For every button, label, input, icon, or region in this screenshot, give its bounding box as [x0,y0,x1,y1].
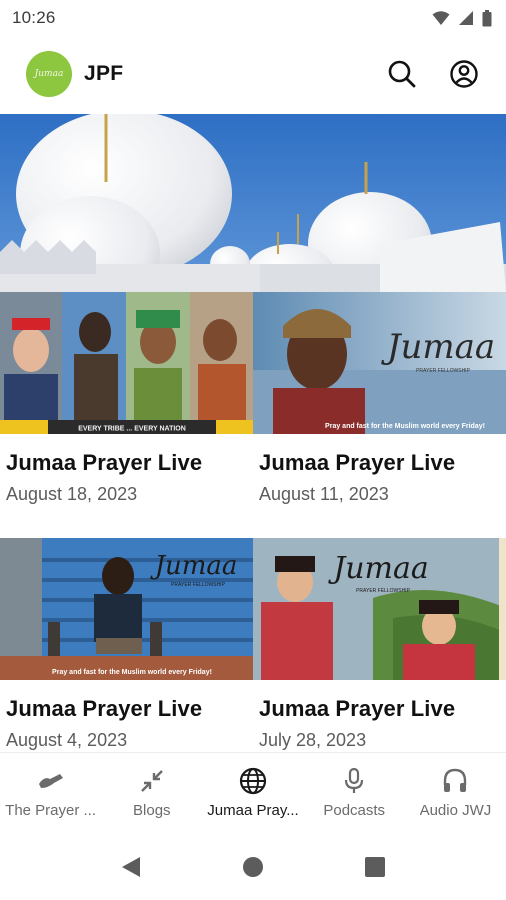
back-button[interactable] [117,853,145,881]
home-button[interactable] [239,853,267,881]
recents-button[interactable] [361,853,389,881]
episode-card[interactable]: Jumaa PRAYER FELLOWSHIP Pray and fast fo… [253,292,506,505]
status-bar: 10:26 [0,0,506,36]
headphones-icon [440,766,470,796]
nav-item-jumaa-prayer[interactable]: Jumaa Pray... [202,753,303,832]
card-date: August 18, 2023 [6,484,138,504]
jumaa-overlay: Jumaa [150,551,238,581]
episode-card[interactable]: Jumaa PRAYER FELLOWSHIP Jumaa Prayer Liv… [253,538,506,751]
nav-item-the-prayer[interactable]: The Prayer ... [0,753,101,832]
app-logo[interactable]: Jumaa [26,51,72,97]
overlay-sub: PRAYER FELLOWSHIP [171,582,225,588]
jumaa-overlay: Jumaa [381,327,495,367]
overlay-sub: PRAYER FELLOWSHIP [416,368,470,374]
card-caption: EVERY TRIBE ... EVERY NATION [78,426,186,433]
episode-card[interactable]: EVERY TRIBE ... EVERY NATION Jumaa Praye… [0,292,253,505]
nav-item-podcasts[interactable]: Podcasts [304,753,405,832]
system-navigation [0,834,506,900]
account-button[interactable] [448,58,480,90]
card-date: August 4, 2023 [6,730,128,750]
card-thumbnail: Jumaa PRAYER FELLOWSHIP Pray and fast fo… [253,292,506,434]
app-actions [386,58,480,90]
recents-icon [365,857,385,877]
app-title: JPF [84,62,124,85]
arrows-collapse-icon [137,766,167,796]
nav-label: Blogs [133,802,171,819]
card-caption: Pray and fast for the Muslim world every… [325,423,485,430]
nav-label: Podcasts [323,802,386,819]
status-time: 10:26 [12,8,56,27]
nav-label: Jumaa Pray... [207,802,299,819]
card-title: Jumaa Prayer Live [259,450,456,475]
episode-card[interactable]: Jumaa PRAYER FELLOWSHIP Pray and fast fo… [0,538,253,751]
card-title: Jumaa Prayer Live [259,696,456,721]
battery-icon [482,9,492,26]
globe-icon [238,766,268,796]
nav-label: The Prayer ... [5,802,97,819]
overlay-sub: PRAYER FELLOWSHIP [356,588,410,594]
logo-text: Jumaa [34,69,64,79]
nav-item-blogs[interactable]: Blogs [101,753,202,832]
nav-item-audio-jwj[interactable]: Audio JWJ [405,753,506,832]
card-thumbnail: EVERY TRIBE ... EVERY NATION [0,292,253,434]
mosque-domes-image [0,114,506,292]
back-icon [122,857,140,877]
search-icon [388,60,416,88]
card-date: August 11, 2023 [259,484,389,504]
wifi-icon [432,11,450,25]
card-title: Jumaa Prayer Live [6,696,203,721]
app-bar: Jumaa JPF [0,40,506,108]
jumaa-overlay: Jumaa [327,551,429,586]
nav-label: Audio JWJ [419,802,492,819]
account-icon [450,60,478,88]
home-icon [243,857,263,877]
hero-banner[interactable] [0,114,506,292]
search-button[interactable] [386,58,418,90]
card-title: Jumaa Prayer Live [6,450,203,475]
card-thumbnail: Jumaa PRAYER FELLOWSHIP Pray and fast fo… [0,538,253,680]
handshake-icon [36,766,66,796]
card-date: July 28, 2023 [259,730,367,750]
bottom-navigation: The Prayer ... Blogs Jumaa Pray... Podca… [0,752,506,832]
status-icons [432,9,492,27]
microphone-icon [339,766,369,796]
card-caption: Pray and fast for the Muslim world every… [52,669,212,676]
signal-icon [459,11,473,25]
card-thumbnail: Jumaa PRAYER FELLOWSHIP [253,538,506,680]
